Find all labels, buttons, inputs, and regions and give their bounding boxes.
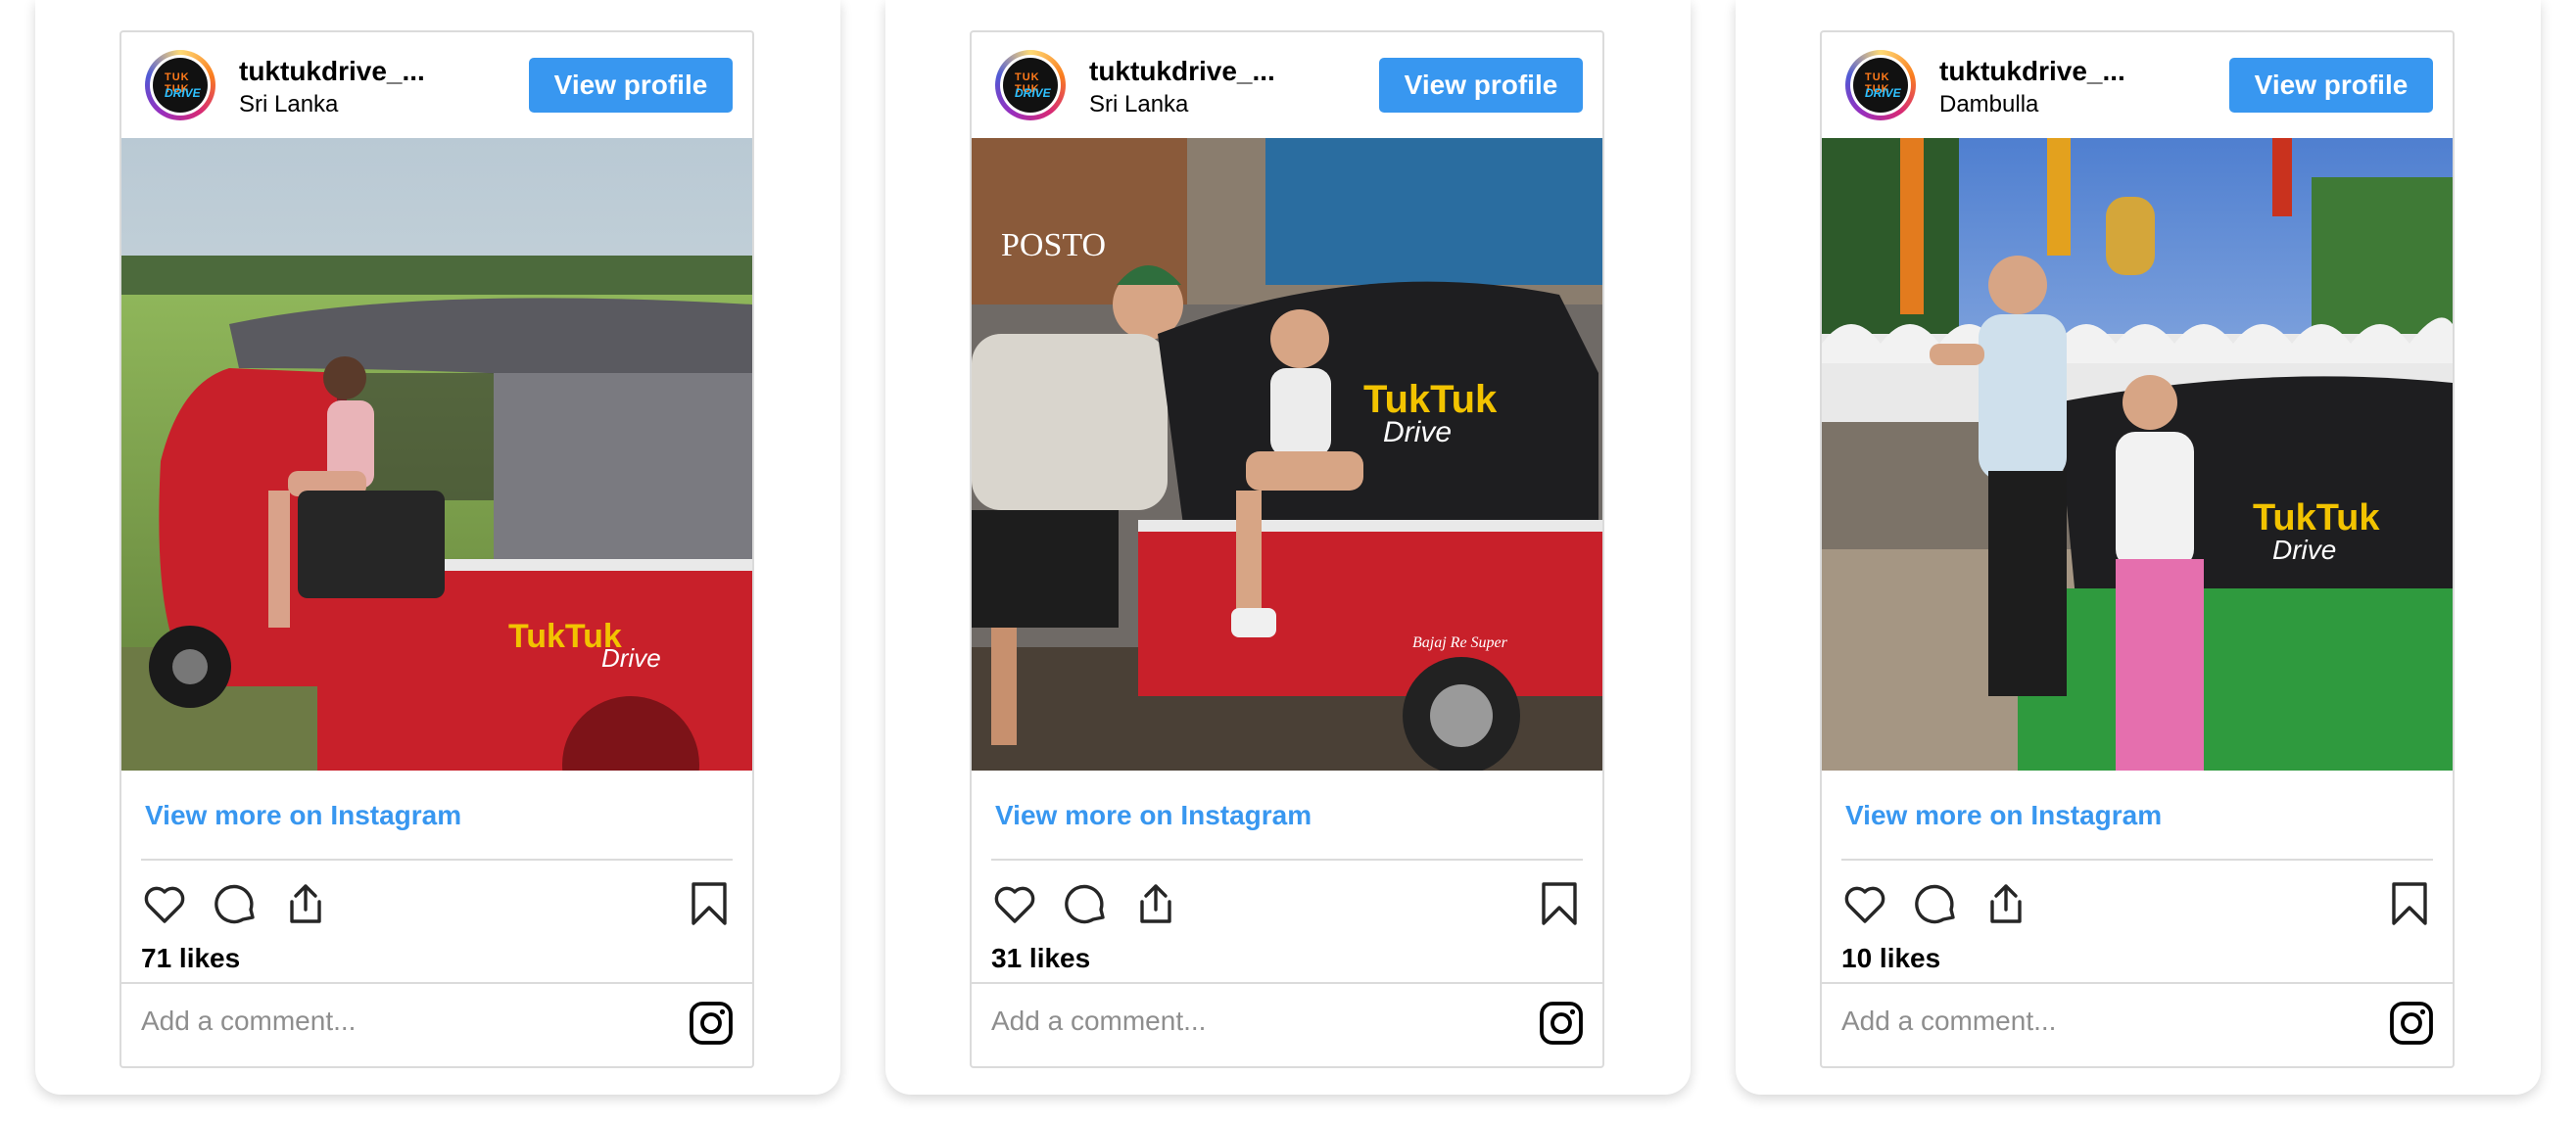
tuktuk-posto-image: POSTO TukTuk Drive Bajaj Re Super (972, 138, 1602, 771)
action-bar (121, 874, 752, 933)
post-header: TUK TUK DRIVE tuktukdrive_... Sri Lanka … (121, 32, 752, 138)
logo-text-bottom: DRIVE (1865, 86, 1901, 100)
comment-icon[interactable] (212, 880, 259, 927)
username-link[interactable]: tuktukdrive_... (1089, 56, 1275, 87)
instagram-icon[interactable] (1538, 1000, 1585, 1047)
view-profile-button[interactable]: View profile (2229, 58, 2433, 113)
add-comment-field[interactable]: Add a comment... (141, 1006, 356, 1037)
comment-icon[interactable] (1912, 880, 1959, 927)
likes-count[interactable]: 31 likes (991, 943, 1090, 974)
divider (1841, 859, 2433, 861)
bookmark-icon[interactable] (686, 880, 733, 927)
instagram-icon[interactable] (2388, 1000, 2435, 1047)
bookmark-icon[interactable] (1536, 880, 1583, 927)
instagram-embed-card-1: TUK TUK DRIVE tuktukdrive_... Sri Lanka … (35, 0, 840, 1095)
tuktuk-dambulla-image: TukTuk Drive (1822, 138, 2453, 771)
comment-icon[interactable] (1062, 880, 1109, 927)
bookmark-icon[interactable] (2386, 880, 2433, 927)
tuktukdrive-logo: TUK TUK DRIVE (1853, 58, 1908, 113)
username-link[interactable]: tuktukdrive_... (239, 56, 425, 87)
comment-bar: Add a comment... (121, 982, 752, 1066)
avatar[interactable]: TUK TUK DRIVE (145, 50, 215, 120)
logo-text-bottom: DRIVE (1015, 86, 1051, 100)
comment-bar: Add a comment... (972, 982, 1602, 1066)
heart-icon[interactable] (141, 880, 188, 927)
avatar-ring: TUK TUK DRIVE (1850, 55, 1911, 116)
view-profile-button[interactable]: View profile (1379, 58, 1583, 113)
divider (991, 859, 1583, 861)
share-icon[interactable] (1132, 880, 1179, 927)
photo-sign-drive: Drive (601, 643, 661, 673)
post-header: TUK TUK DRIVE tuktukdrive_... Sri Lanka … (972, 32, 1602, 138)
share-icon[interactable] (282, 880, 329, 927)
avatar[interactable]: TUK TUK DRIVE (995, 50, 1066, 120)
photo-sign-bajaj: Bajaj Re Super (1412, 634, 1508, 651)
add-comment-field[interactable]: Add a comment... (991, 1006, 1206, 1037)
instagram-icon[interactable] (688, 1000, 735, 1047)
avatar-ring: TUK TUK DRIVE (150, 55, 211, 116)
post-photo[interactable]: POSTO TukTuk Drive Bajaj Re Super (972, 138, 1602, 771)
tuktukdrive-logo: TUK TUK DRIVE (1003, 58, 1058, 113)
post-photo[interactable]: TukTuk Drive (121, 138, 752, 771)
post-header: TUK TUK DRIVE tuktukdrive_... Dambulla V… (1822, 32, 2453, 138)
share-icon[interactable] (1982, 880, 2029, 927)
instagram-post-3: TUK TUK DRIVE tuktukdrive_... Dambulla V… (1820, 30, 2455, 1068)
avatar-ring: TUK TUK DRIVE (1000, 55, 1061, 116)
avatar[interactable]: TUK TUK DRIVE (1845, 50, 1916, 120)
location-link[interactable]: Sri Lanka (239, 91, 338, 118)
likes-count[interactable]: 10 likes (1841, 943, 1940, 974)
instagram-embed-card-3: TUK TUK DRIVE tuktukdrive_... Dambulla V… (1736, 0, 2541, 1095)
action-bar (972, 874, 1602, 933)
heart-icon[interactable] (991, 880, 1038, 927)
instagram-post-2: TUK TUK DRIVE tuktukdrive_... Sri Lanka … (970, 30, 1604, 1068)
view-profile-button[interactable]: View profile (529, 58, 733, 113)
photo-sign-tuktuk: TukTuk (1363, 378, 1498, 421)
photo-sign-tuktuk: TukTuk (2253, 497, 2380, 539)
photo-sign-drive: Drive (2272, 535, 2336, 565)
action-bar (1822, 874, 2453, 933)
location-link[interactable]: Sri Lanka (1089, 91, 1188, 118)
view-more-on-instagram-link[interactable]: View more on Instagram (145, 800, 461, 831)
tuktuk-rice-field-image: TukTuk Drive (121, 138, 752, 771)
divider (141, 859, 733, 861)
view-more-on-instagram-link[interactable]: View more on Instagram (1845, 800, 2162, 831)
likes-count[interactable]: 71 likes (141, 943, 240, 974)
instagram-embed-card-2: TUK TUK DRIVE tuktukdrive_... Sri Lanka … (885, 0, 1691, 1095)
photo-sign-drive: Drive (1383, 416, 1452, 448)
photo-sign-posto: POSTO (1001, 227, 1106, 263)
view-more-on-instagram-link[interactable]: View more on Instagram (995, 800, 1312, 831)
add-comment-field[interactable]: Add a comment... (1841, 1006, 2056, 1037)
logo-text-bottom: DRIVE (165, 86, 201, 100)
comment-bar: Add a comment... (1822, 982, 2453, 1066)
post-photo[interactable]: TukTuk Drive (1822, 138, 2453, 771)
tuktukdrive-logo: TUK TUK DRIVE (153, 58, 208, 113)
instagram-post-1: TUK TUK DRIVE tuktukdrive_... Sri Lanka … (119, 30, 754, 1068)
username-link[interactable]: tuktukdrive_... (1939, 56, 2125, 87)
location-link[interactable]: Dambulla (1939, 91, 2038, 118)
heart-icon[interactable] (1841, 880, 1888, 927)
